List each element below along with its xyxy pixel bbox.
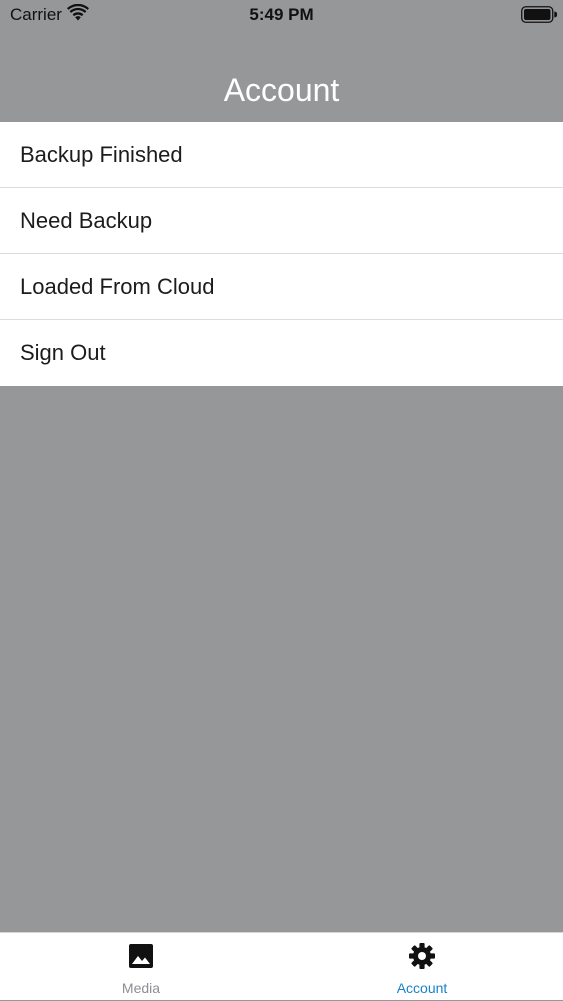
gear-icon [409,943,435,969]
menu-item-label: Need Backup [20,207,153,233]
tab-account[interactable]: Account [322,933,522,1001]
menu-item-label: Backup Finished [20,141,183,167]
menu-item-backup-finished[interactable]: Backup Finished [0,122,563,188]
menu-item-need-backup[interactable]: Need Backup [0,188,563,254]
menu-item-sign-out[interactable]: Sign Out [0,320,563,386]
tab-account-label: Account [396,980,448,996]
menu-item-label: Loaded From Cloud [20,273,215,299]
tab-media[interactable]: Media [41,933,241,1001]
tab-media-label: Media [121,980,161,996]
menu-item-label: Sign Out [20,340,106,365]
page-title: Account [223,72,340,108]
status-bar: Carrier 5:49 PM [0,0,563,30]
photo-icon [129,944,153,968]
tab-bar: Media Account [0,932,563,1000]
status-time: 5:49 PM [249,5,314,24]
account-menu-list: Backup Finished Need Backup Loaded From … [0,122,563,386]
menu-item-loaded-from-cloud[interactable]: Loaded From Cloud [0,254,563,320]
battery-icon [521,6,557,23]
